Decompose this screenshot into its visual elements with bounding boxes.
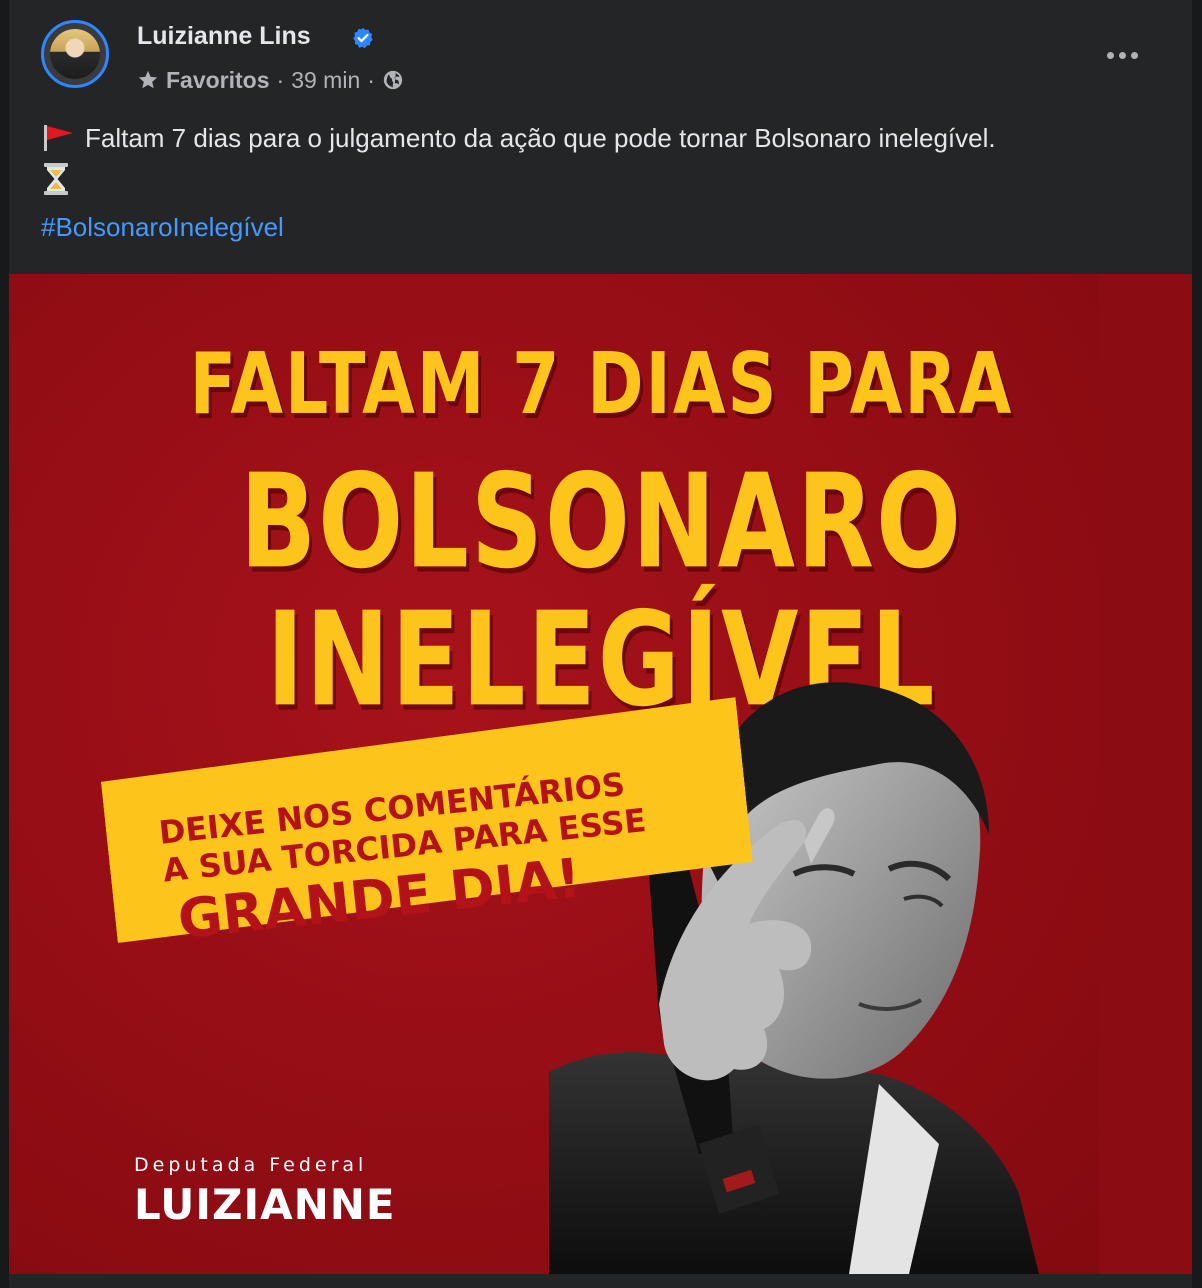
dot [1130, 51, 1138, 59]
post-time[interactable]: 39 min [291, 67, 360, 94]
post-meta: Favoritos · 39 min · [137, 66, 404, 94]
signature-title: Deputada Federal [134, 1154, 368, 1176]
meta-separator: · [367, 66, 375, 93]
verified-badge-icon [353, 27, 373, 49]
headline-line-1: FALTAM 7 DIAS PARA [189, 335, 1014, 434]
more-options-button[interactable] [1099, 40, 1145, 70]
hashtag-link[interactable]: #BolsonaroInelegível [41, 212, 284, 243]
star-icon [138, 70, 158, 89]
hourglass-icon [44, 163, 68, 195]
signature-name: LUIZIANNE [134, 1180, 396, 1229]
author-name[interactable]: Luizianne Lins [137, 22, 311, 51]
facebook-post: Luizianne Lins Favoritos · 39 min · Falt… [9, 0, 1192, 1288]
poster-signature: Deputada Federal LUIZIANNE [134, 1154, 396, 1229]
post-image[interactable]: FALTAM 7 DIAS PARA BOLSONARO INELEGÍVEL [9, 274, 1192, 1274]
author-avatar[interactable] [41, 20, 109, 88]
dot [1118, 51, 1126, 59]
avatar-photo [50, 29, 100, 79]
audience-label[interactable]: Favoritos [166, 67, 270, 94]
dot [1106, 51, 1114, 59]
globe-icon[interactable] [382, 69, 404, 91]
caption-text: Faltam 7 dias para o julgamento da ação … [85, 123, 996, 153]
red-flag-icon [44, 125, 73, 151]
post-caption: Faltam 7 dias para o julgamento da ação … [41, 118, 1171, 196]
poster-headline: FALTAM 7 DIAS PARA BOLSONARO INELEGÍVEL [139, 329, 1064, 735]
meta-separator: · [276, 66, 285, 93]
